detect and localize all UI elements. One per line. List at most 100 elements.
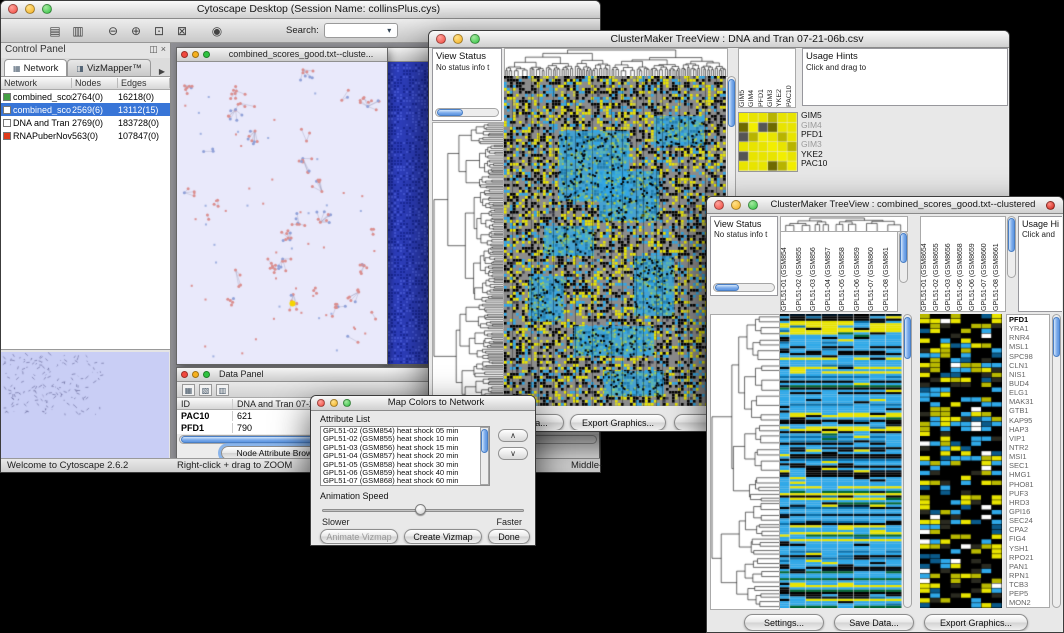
scrollbar-thumb[interactable] (728, 79, 735, 127)
network-row[interactable]: DNA and Tran 07 2769(0) 183728(0) (1, 116, 170, 129)
gene-label: CPA2 (1009, 525, 1049, 534)
network-row[interactable]: combined_sco 2569(6) 13112(15) (1, 103, 170, 116)
slider-thumb[interactable] (415, 504, 426, 515)
scrollbar-thumb[interactable] (900, 233, 907, 263)
gene-label: TCB3 (1009, 580, 1049, 589)
zoom-selected-icon[interactable]: ⊠ (172, 22, 192, 40)
open-icon[interactable]: ▤ (45, 22, 65, 40)
attribute-list-vscrollbar[interactable] (480, 427, 489, 485)
gene-list-vscrollbar[interactable] (1052, 314, 1061, 608)
zoom-button[interactable] (748, 200, 758, 210)
zoom-button[interactable] (42, 4, 52, 14)
network-window-1-titlebar[interactable]: combined_scores_good.txt--cluste... (177, 48, 387, 62)
column-label-vscrollbar[interactable] (899, 231, 908, 283)
network-row[interactable]: RNAPuberNov2 f 563(0) 107847(0) (1, 129, 170, 142)
move-down-button[interactable]: ∨ (498, 447, 528, 460)
row-dendrogram[interactable] (710, 314, 780, 610)
close-button[interactable] (8, 4, 18, 14)
view-status-hscrollbar[interactable] (713, 283, 775, 292)
float-panel-icon[interactable]: ◫ (149, 44, 158, 57)
global-heatmap[interactable] (920, 314, 1002, 608)
close-button[interactable] (436, 34, 446, 44)
gene-label: MSL1 (1009, 342, 1049, 351)
row-dendrogram[interactable] (432, 122, 504, 408)
gene-label: HMG1 (1009, 470, 1049, 479)
close-button[interactable] (317, 399, 325, 407)
settings-button[interactable]: Settings... (744, 614, 824, 631)
column-label: GPL51-01 (GSM854 (781, 232, 796, 311)
tab-network[interactable]: ▦ Network (4, 59, 67, 76)
status-hint-zoom: Right-click + drag to ZOOM (177, 460, 292, 471)
minimize-button[interactable] (330, 399, 338, 407)
close-icon[interactable] (181, 371, 188, 378)
zoom-button[interactable] (470, 34, 480, 44)
attribute-item[interactable]: GPL51-07 (GSM868) heat shock 60 min (321, 477, 489, 485)
column-label: GPL51-02 (GSM855 (796, 232, 811, 311)
gene-label: PAN1 (1009, 562, 1049, 571)
gene-label: MSI1 (1009, 452, 1049, 461)
heatmap[interactable] (504, 76, 726, 406)
zoom-fit-icon[interactable]: ⊡ (149, 22, 169, 40)
save-data-button[interactable]: Save Data... (834, 614, 914, 631)
move-up-button[interactable]: ∧ (498, 429, 528, 442)
scrollbar-thumb[interactable] (904, 317, 911, 359)
dialog-titlebar[interactable]: Map Colors to Network (311, 396, 535, 411)
attribute-listbox[interactable]: GPL51-02 (GSM854) heat shock 05 minGPL51… (320, 426, 490, 486)
matrix-column-label: GIM3 (767, 49, 776, 107)
scrollbar-thumb[interactable] (715, 284, 739, 291)
gene-label: MON2 (1009, 598, 1049, 607)
done-button[interactable]: Done (488, 529, 530, 544)
zoom-icon[interactable] (203, 51, 210, 58)
search-label: Search: (286, 25, 319, 36)
usage-hints-panel: Usage Hi Click and (1018, 216, 1062, 312)
column-dendrogram[interactable] (504, 48, 728, 77)
search-combo[interactable]: ▾ (324, 23, 398, 38)
export-graphics-button[interactable]: Export Graphics... (570, 414, 666, 430)
close-icon[interactable] (181, 51, 188, 58)
zoom-button[interactable] (343, 399, 351, 407)
animate-vizmap-button[interactable]: Animate Vizmap (320, 529, 398, 544)
network-row[interactable]: combined_scores 2764(0) 16218(0) (1, 90, 170, 103)
tab-vizmapper[interactable]: ◨ VizMapper™ (67, 59, 150, 76)
view-status-hscrollbar[interactable] (435, 108, 499, 117)
zoom-out-icon[interactable]: ⊖ (103, 22, 123, 40)
zoom-icon[interactable] (203, 371, 210, 378)
attribute-function-icon[interactable]: ▥ (216, 384, 229, 396)
close-panel-icon[interactable]: × (161, 44, 166, 57)
heatmap[interactable] (780, 314, 902, 608)
scrollbar-thumb[interactable] (1008, 218, 1015, 252)
close-button[interactable] (714, 200, 724, 210)
scrollbar-thumb[interactable] (1053, 317, 1060, 357)
attribute-select-icon[interactable]: ▦ (182, 384, 195, 396)
scrollbar-thumb[interactable] (437, 109, 463, 116)
correlation-matrix[interactable] (738, 112, 798, 172)
treeview1-titlebar[interactable]: ClusterMaker TreeView : DNA and Tran 07-… (429, 31, 1009, 48)
minimize-button[interactable] (25, 4, 35, 14)
gene-label: NIS1 (1009, 370, 1049, 379)
column-label: GPL51-07 (GSM860 (868, 232, 883, 311)
annotation-icon[interactable]: ◉ (207, 22, 227, 40)
network-overview[interactable] (1, 352, 169, 458)
delete-attribute-icon[interactable]: ▧ (199, 384, 212, 396)
treeview2-window: ClusterMaker TreeView : combined_scores_… (706, 196, 1064, 633)
heatmap-vscrollbar[interactable] (903, 314, 912, 608)
treeview2-titlebar[interactable]: ClusterMaker TreeView : combined_scores_… (707, 197, 1063, 214)
network-view[interactable] (177, 62, 387, 364)
scrollbar-thumb[interactable] (481, 429, 488, 453)
zoom-in-icon[interactable]: ⊕ (126, 22, 146, 40)
gene-label: PFD1 (1009, 315, 1049, 324)
gene-label: RNR4 (1009, 333, 1049, 342)
cytoscape-titlebar[interactable]: Cytoscape Desktop (Session Name: collins… (1, 1, 600, 19)
export-graphics-button[interactable]: Export Graphics... (924, 614, 1028, 631)
column-dendrogram[interactable] (780, 216, 908, 232)
create-vizmap-button[interactable]: Create Vizmap (404, 529, 482, 544)
minimize-icon[interactable] (192, 51, 199, 58)
tab-overflow-button[interactable]: ▶ (154, 67, 170, 76)
column-label-vscrollbar[interactable] (1007, 216, 1016, 278)
red-indicator-icon (1046, 201, 1055, 210)
minimize-button[interactable] (731, 200, 741, 210)
minimize-button[interactable] (453, 34, 463, 44)
save-icon[interactable]: ▥ (68, 22, 88, 40)
column-label: GPL51-08 (GSM8661 (993, 217, 1005, 311)
minimize-icon[interactable] (192, 371, 199, 378)
